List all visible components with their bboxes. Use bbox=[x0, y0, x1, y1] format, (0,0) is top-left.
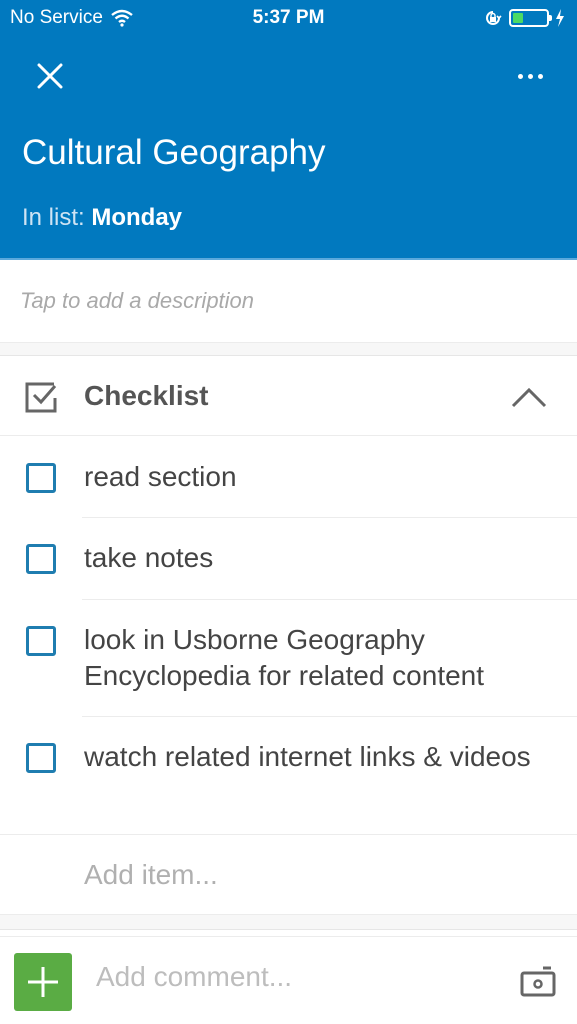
camera-icon[interactable] bbox=[519, 963, 557, 999]
description-placeholder: Tap to add a description bbox=[20, 288, 255, 313]
card-title[interactable]: Cultural Geography bbox=[22, 133, 326, 173]
orientation-lock-icon bbox=[486, 11, 502, 25]
more-icon-dot bbox=[527, 73, 533, 79]
checklist-item: take notes bbox=[0, 518, 577, 600]
comment-input[interactable] bbox=[96, 961, 476, 993]
charging-icon bbox=[556, 9, 564, 27]
checklist-title[interactable]: Checklist bbox=[84, 380, 209, 412]
item-label[interactable]: take notes bbox=[84, 540, 557, 576]
item-label[interactable]: read section bbox=[84, 459, 557, 495]
item-label[interactable]: watch related internet links & videos bbox=[84, 739, 557, 775]
plus-icon bbox=[28, 967, 58, 997]
checklist-item: read section bbox=[0, 437, 577, 518]
more-icon-dot bbox=[537, 73, 543, 79]
chevron-up-icon[interactable] bbox=[509, 382, 549, 412]
checklist-item: watch related internet links & videos bbox=[0, 717, 577, 834]
card-header: Cultural Geography In list: Monday bbox=[0, 38, 577, 258]
status-right bbox=[483, 8, 565, 28]
item-label[interactable]: look in Usborne Geography Encyclopedia f… bbox=[84, 622, 557, 694]
checklist-item: look in Usborne Geography Encyclopedia f… bbox=[0, 600, 577, 717]
description-field[interactable]: Tap to add a description bbox=[0, 258, 577, 342]
more-options-button[interactable] bbox=[505, 56, 555, 96]
comment-bar bbox=[0, 936, 577, 1024]
checklist-icon bbox=[25, 382, 57, 413]
item-checkbox[interactable] bbox=[26, 743, 56, 773]
battery-icon bbox=[509, 9, 552, 27]
status-bar: No Service 5:37 PM bbox=[0, 0, 577, 38]
add-item-placeholder: Add item... bbox=[84, 859, 218, 890]
in-list-label[interactable]: In list: Monday bbox=[22, 204, 182, 232]
section-divider bbox=[0, 914, 577, 930]
item-checkbox[interactable] bbox=[26, 626, 56, 656]
close-icon bbox=[37, 63, 63, 89]
close-button[interactable] bbox=[30, 56, 70, 96]
list-name: Monday bbox=[91, 204, 183, 231]
item-checkbox[interactable] bbox=[26, 463, 56, 493]
add-checklist-item-field[interactable]: Add item... bbox=[0, 834, 577, 914]
section-divider bbox=[0, 342, 577, 356]
add-attachment-button[interactable] bbox=[14, 953, 72, 1011]
more-icon-dot bbox=[517, 73, 523, 79]
checklist-header: Checklist bbox=[0, 356, 577, 436]
in-list-prefix: In list: bbox=[22, 204, 85, 231]
item-checkbox[interactable] bbox=[26, 544, 56, 574]
